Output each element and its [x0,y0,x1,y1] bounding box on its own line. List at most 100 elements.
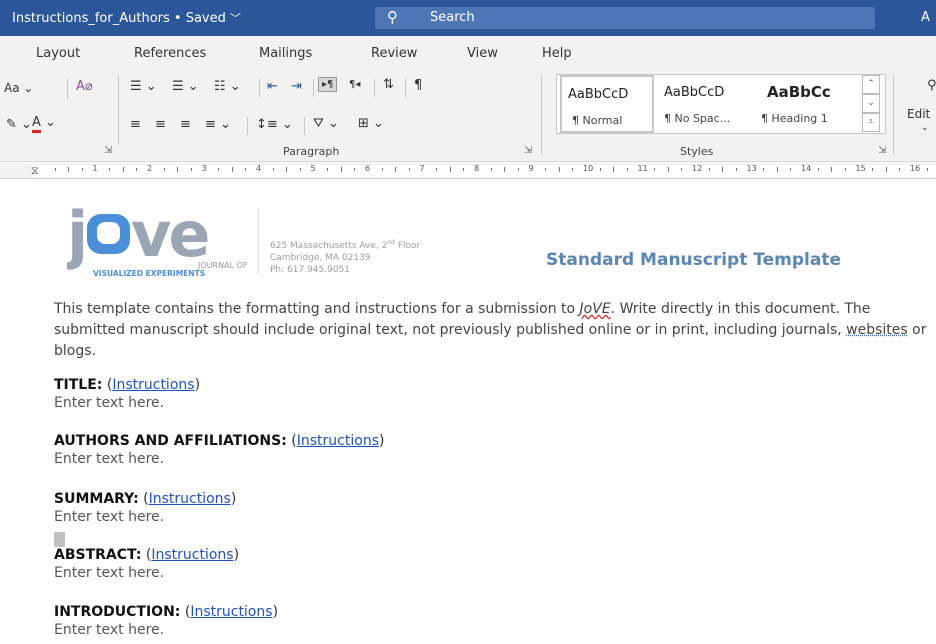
styles-scroll-up-icon[interactable]: ⌃ [862,75,880,94]
ruler-tick [667,167,669,172]
sort-icon[interactable]: ⇅ [383,77,394,92]
multilevel-list-icon[interactable]: ☷ ⌄ [214,79,241,94]
font-color-icon[interactable]: A ⌄ [32,115,56,133]
ruler-tick [572,168,574,171]
ruler-tick [286,167,288,172]
divider [541,75,542,155]
numbering-icon[interactable]: ☰ ⌄ [172,79,199,94]
divider [374,79,375,97]
ruler-tick [218,168,220,171]
decrease-indent-icon[interactable]: ⇤ [267,79,278,94]
ruler-number: 8 [474,164,480,173]
ruler-tick [177,167,179,172]
align-left-icon[interactable]: ≡ [130,117,141,132]
ruler-tick [327,168,329,171]
divider [258,210,259,274]
style-name: ¶ No Spac... [664,112,731,125]
tab-mailings[interactable]: Mailings [259,46,312,61]
ruler-tick [844,168,846,171]
entry-placeholder[interactable]: Enter text here. [54,621,278,639]
tab-review[interactable]: Review [371,46,417,61]
ruler-number: 1 [92,164,98,173]
highlight-color-icon[interactable]: ✎ ⌄ [6,117,32,132]
ruler-number: 15 [855,164,866,173]
ruler-tick [708,168,710,171]
borders-icon[interactable]: ⊞ ⌄ [358,116,384,131]
entry-placeholder[interactable]: Enter text here. [54,450,384,468]
rtl-icon[interactable]: ¶◂ [349,79,360,90]
chevron-down-icon: ⌄ [921,123,929,133]
title-bar: Instructions_for_Authors • Saved ﹀ ⚲ Sear… [0,0,936,36]
ruler-tick [558,167,560,172]
section-heading: INTRODUCTION: [54,604,181,620]
svg-text:ve: ve [131,200,208,271]
instructions-link[interactable]: Instructions [112,377,194,393]
search-box[interactable]: ⚲ Search [375,7,875,29]
font-dialog-launcher-icon[interactable]: ⇲ [104,145,112,156]
divider [304,117,305,135]
account-initial[interactable]: A [921,10,930,25]
chevron-down-icon[interactable]: ﹀ [230,12,241,25]
style-preview: AaBbCcD [664,85,725,100]
styles-dialog-launcher-icon[interactable]: ⇲ [878,145,886,156]
style-normal[interactable]: AaBbCcD ¶ Normal [560,75,654,133]
ruler-tick [885,167,887,172]
intro-paragraph[interactable]: This template contains the formatting an… [54,299,934,362]
ruler-tick [231,167,233,172]
ruler-tick [626,168,628,171]
shading-icon[interactable]: ⛛ ⌄ [313,116,339,131]
template-title: Standard Manuscript Template [546,250,841,270]
tab-references[interactable]: References [134,46,206,61]
ruler-tick [81,168,83,171]
ruler-tick [722,167,724,172]
align-right-icon[interactable]: ≡ [180,117,191,132]
justify-icon[interactable]: ≡ ⌄ [205,117,231,132]
ruler-number: 10 [583,164,594,173]
ltr-icon[interactable]: ▸¶ [318,77,338,92]
ruler-tick [490,168,492,171]
styles-more-icon[interactable]: ⩡ [862,113,880,132]
change-case-button[interactable]: Aa ⌄ [4,81,33,95]
style-heading-1[interactable]: AaBbCc ¶ Heading 1 [757,75,855,133]
tab-view[interactable]: View [467,46,498,61]
tab-layout[interactable]: Layout [36,46,80,61]
address-line-1: 625 Massachusetts Ave, 2 [270,241,388,251]
divider [893,75,894,155]
svg-text:j: j [67,200,85,271]
clear-formatting-icon[interactable]: A⌀ [76,79,93,94]
line-spacing-icon[interactable]: ↕≡ ⌄ [256,117,293,132]
tab-help[interactable]: Help [542,46,572,61]
ruler-tick [436,168,438,171]
ruler: ⧖ 1 2 3 4 5 6 7 8 9 10 11 12 13 14 15 16 [0,163,936,179]
divider [259,79,260,97]
editing-button[interactable]: ⚲ Edit ⌄ [905,74,936,134]
ruler-tick [122,167,124,172]
entry-placeholder[interactable]: Enter text here. [54,508,236,526]
instructions-link[interactable]: Instructions [297,433,379,449]
document-title[interactable]: Instructions_for_Authors • Saved ﹀ [12,10,241,26]
entry-placeholder[interactable]: Enter text here. [54,564,239,582]
paragraph-dialog-launcher-icon[interactable]: ⇲ [524,145,532,156]
ruler-tick [408,168,410,171]
change-case-label: Aa [4,81,20,95]
styles-scroll-down-icon[interactable]: ⌄ [862,94,880,113]
document-page[interactable]: j ve JOURNAL OF VISUALIZED EXPERIMENTS 6… [0,180,936,644]
increase-indent-icon[interactable]: ⇥ [291,79,302,94]
styles-gallery: AaBbCcD ¶ Normal AaBbCcD ¶ No Spac... Aa… [556,74,886,134]
ruler-number: 5 [310,164,316,173]
show-marks-icon[interactable]: ¶ [414,78,422,93]
entry-placeholder[interactable]: Enter text here. [54,394,200,412]
align-center-icon[interactable]: ≡ [155,117,166,132]
ruler-tick [776,167,778,172]
instructions-link[interactable]: Instructions [151,547,233,563]
instructions-link[interactable]: Instructions [149,491,231,507]
indent-marker-icon[interactable]: ⧖ [31,164,39,178]
style-no-spacing[interactable]: AaBbCcD ¶ No Spac... [659,75,755,133]
search-placeholder: Search [430,10,475,25]
section-introduction: INTRODUCTION: (Instructions) Enter text … [54,604,279,639]
ruler-number: 14 [801,164,812,173]
bullets-icon[interactable]: ☰ ⌄ [130,79,157,94]
ruler-tick [681,168,683,171]
address-line-1-end: Floor [394,241,421,251]
instructions-link[interactable]: Instructions [190,604,272,620]
